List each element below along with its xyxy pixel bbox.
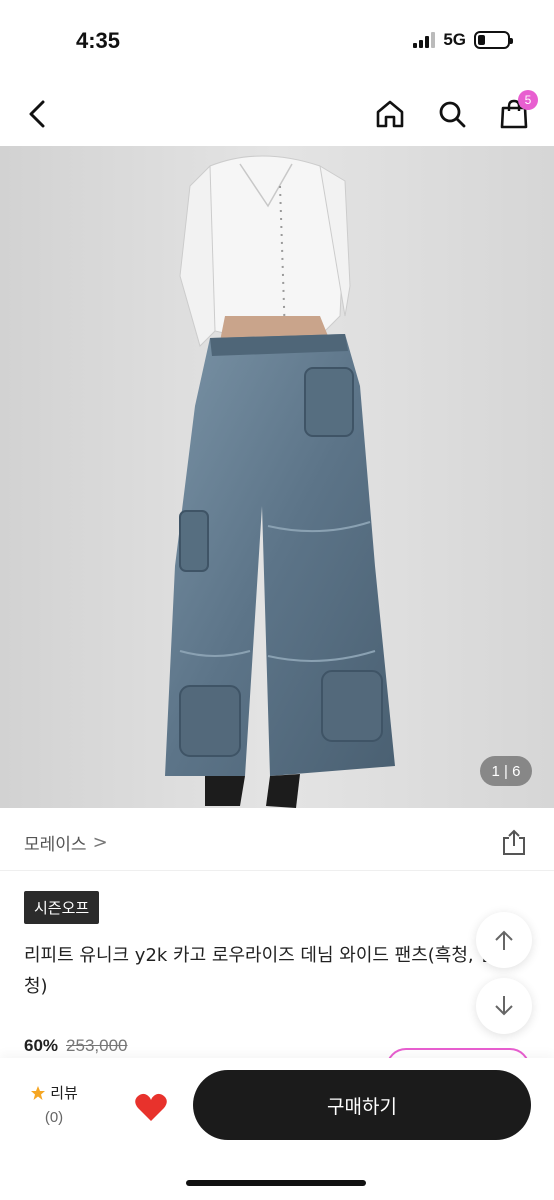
heart-icon bbox=[135, 1093, 167, 1121]
review-label: 리뷰 bbox=[50, 1084, 78, 1102]
status-time: 4:35 bbox=[76, 28, 121, 53]
product-title: 리피트 유니크 y2k 카고 로우라이즈 데님 와이드 팬츠(흑청, 연청) bbox=[24, 945, 496, 997]
search-icon bbox=[439, 101, 466, 128]
top-nav: 5 bbox=[0, 80, 554, 146]
search-button[interactable] bbox=[430, 92, 474, 136]
like-button[interactable] bbox=[130, 1086, 172, 1128]
product-photo bbox=[0, 146, 554, 808]
home-indicator bbox=[186, 1180, 366, 1186]
product-image[interactable]: 1 | 6 bbox=[0, 146, 554, 808]
status-indicators: 5G bbox=[413, 30, 513, 50]
brand-row: 모레이스 > bbox=[0, 818, 554, 866]
signal-icon bbox=[413, 32, 436, 48]
bottom-action-bar: 리뷰 (0) 구매하기 bbox=[0, 1058, 554, 1200]
arrow-down-icon bbox=[495, 996, 513, 1016]
discount-rate: 60% bbox=[24, 1036, 59, 1055]
network-label: 5G bbox=[443, 30, 466, 49]
battery-level bbox=[478, 35, 485, 45]
buy-button[interactable]: 구매하기 bbox=[193, 1070, 531, 1140]
image-counter: 1 | 6 bbox=[480, 756, 532, 786]
home-button[interactable] bbox=[368, 92, 412, 136]
brand-name: 모레이스 bbox=[24, 835, 87, 855]
share-button[interactable] bbox=[498, 826, 530, 858]
divider bbox=[0, 870, 554, 871]
price-row: 60% 253,000 bbox=[24, 1036, 127, 1056]
status-bar: 4:35 5G bbox=[0, 0, 554, 80]
brand-link[interactable]: 모레이스 > bbox=[24, 830, 108, 855]
review-header: 리뷰 bbox=[22, 1082, 86, 1103]
home-icon bbox=[376, 100, 404, 128]
review-count: (0) bbox=[44, 1109, 64, 1126]
chevron-left-icon bbox=[29, 100, 45, 128]
share-icon bbox=[503, 829, 525, 855]
original-price: 253,000 bbox=[66, 1036, 128, 1055]
cart-count-badge: 5 bbox=[518, 90, 538, 110]
season-badge: 시즌오프 bbox=[24, 891, 100, 924]
scroll-bottom-button[interactable] bbox=[476, 978, 532, 1034]
scroll-top-button[interactable] bbox=[476, 912, 532, 968]
back-button[interactable] bbox=[16, 92, 60, 136]
star-icon bbox=[31, 1085, 46, 1100]
battery-icon bbox=[474, 31, 513, 49]
review-button[interactable]: 리뷰 (0) bbox=[22, 1082, 86, 1126]
cart-button[interactable]: 5 bbox=[492, 90, 538, 136]
chevron-right-icon: > bbox=[92, 832, 108, 853]
arrow-up-icon bbox=[495, 930, 513, 950]
